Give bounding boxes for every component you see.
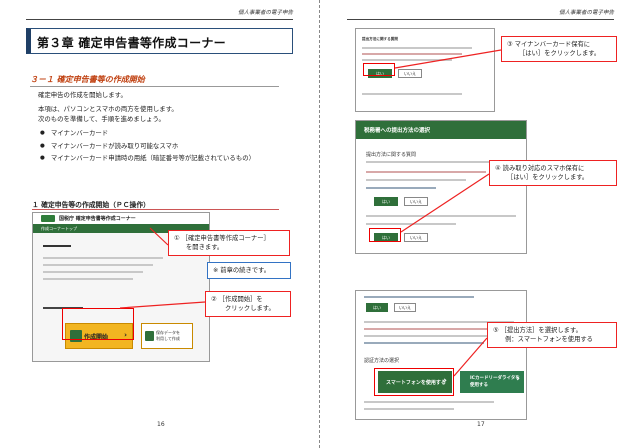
arrow-step-2 <box>119 301 206 309</box>
document-spread: 個人事業者の電子申告 第３章 確定申告書等作成コーナー ３－１ 確定申告書等の作… <box>0 0 640 448</box>
arrow-step-3 <box>394 49 502 69</box>
page-number: 17 <box>477 421 485 428</box>
left-page: 個人事業者の電子申告 第３章 確定申告書等作成コーナー ３－１ 確定申告書等の作… <box>0 0 319 448</box>
page-number: 16 <box>157 421 165 428</box>
right-page: 個人事業者の電子申告 提出方法に関する質問 はい いいえ 税務署への提出方法の選… <box>321 0 640 448</box>
callout-arrows <box>394 49 502 377</box>
arrow-step-5 <box>453 337 488 377</box>
callout-arrows <box>119 227 206 309</box>
arrow-step-4 <box>400 173 490 233</box>
arrow-step-1 <box>149 227 169 246</box>
